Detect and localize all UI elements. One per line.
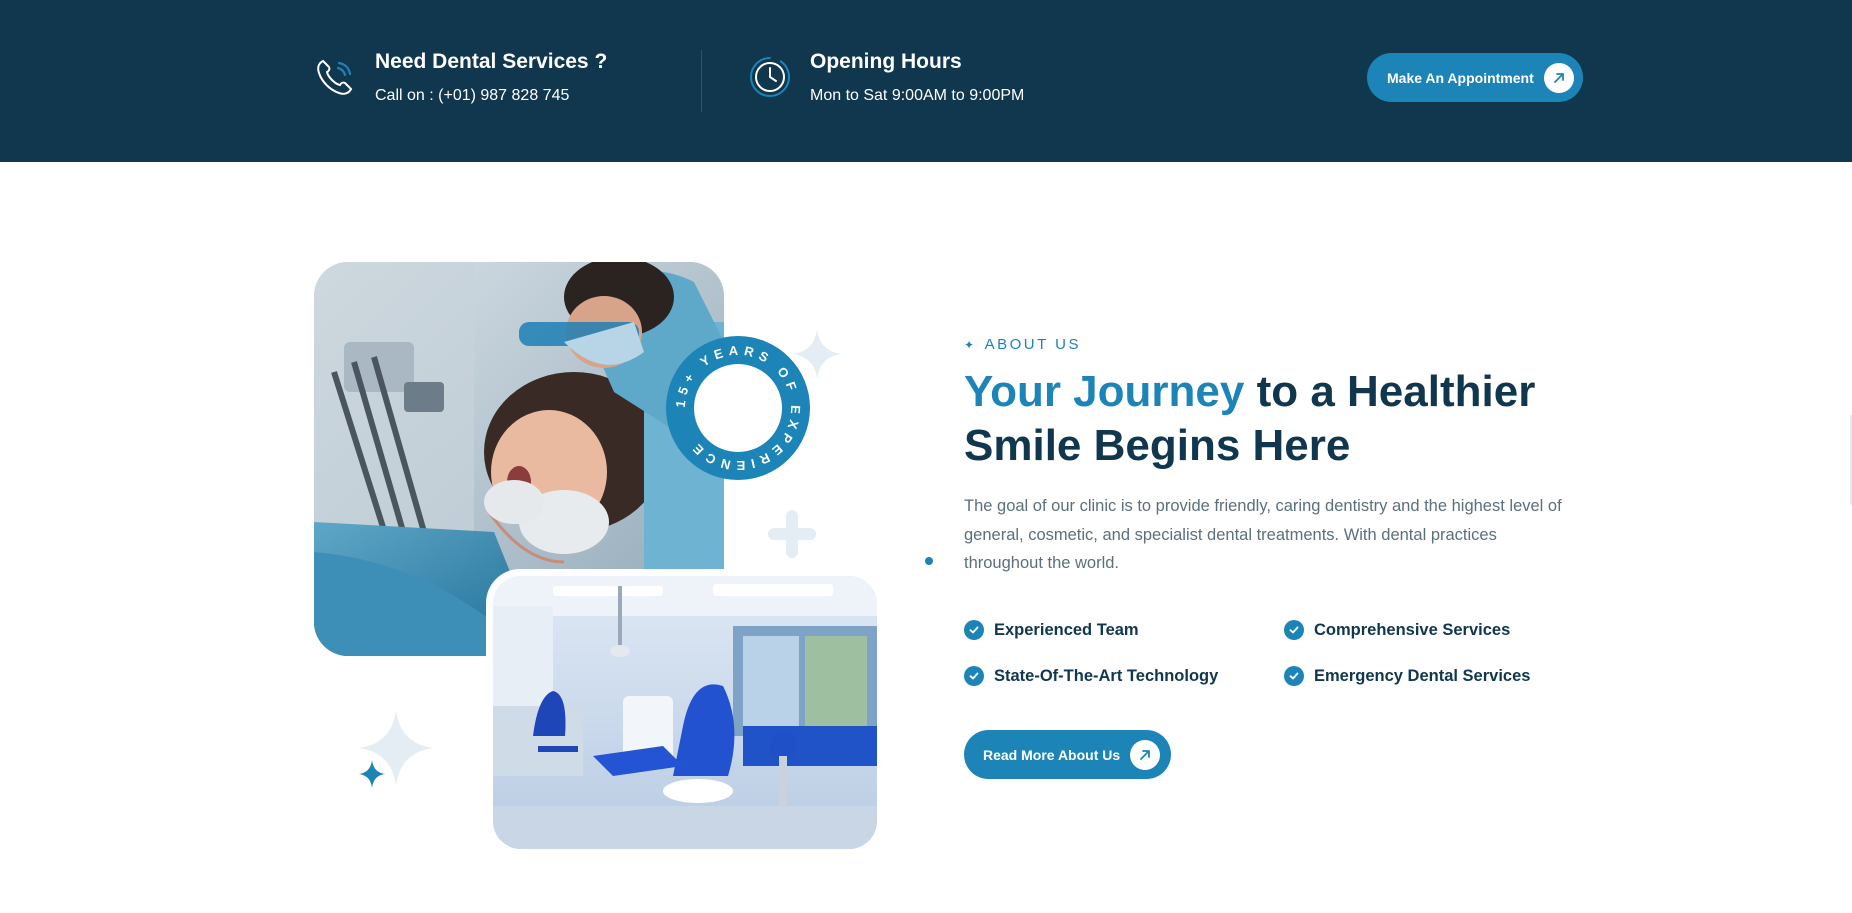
clinic-room-photo <box>493 576 877 849</box>
section-heading: Your Journey to a Healthier Smile Begins… <box>964 365 1584 473</box>
feature-label: Comprehensive Services <box>1314 620 1511 639</box>
feature-item: Experienced Team <box>964 620 1139 640</box>
sparkle-small-icon <box>359 760 385 788</box>
feature-label: State-Of-The-Art Technology <box>994 666 1219 685</box>
hours-text: Mon to Sat 9:00AM to 9:00PM <box>810 87 1025 104</box>
feature-label: Emergency Dental Services <box>1314 666 1531 685</box>
clock-icon <box>750 57 790 97</box>
feature-item: State-Of-The-Art Technology <box>964 666 1218 686</box>
sparkle-small-icon: ✦ <box>964 337 977 352</box>
phone-icon <box>317 59 353 95</box>
feature-item: Comprehensive Services <box>1284 620 1510 640</box>
phone-number[interactable]: Call on : (+01) 987 828 745 <box>375 85 607 107</box>
arrow-up-right-icon <box>1130 739 1161 770</box>
experience-badge: 15+ YEARS OF EXPERIENCE <box>666 336 810 480</box>
check-icon <box>964 620 984 640</box>
read-more-label: Read More About Us <box>983 746 1121 763</box>
hours-info: Opening Hours Mon to Sat 9:00AM to 9:00P… <box>748 49 1024 107</box>
divider <box>701 50 702 112</box>
feature-item: Emergency Dental Services <box>1284 666 1530 686</box>
eyebrow-label: ABOUT US <box>984 336 1081 353</box>
hours-title: Opening Hours <box>810 50 962 73</box>
feature-label: Experienced Team <box>994 620 1139 639</box>
check-icon <box>964 666 984 686</box>
plus-icon <box>768 510 816 558</box>
decorative-dot <box>925 557 933 565</box>
make-appointment-button[interactable]: Make An Appointment <box>1367 53 1583 102</box>
check-icon <box>1284 666 1304 686</box>
top-info-bar: Need Dental Services ? Call on : (+01) 9… <box>0 0 1852 162</box>
arrow-up-right-icon <box>1543 62 1574 93</box>
about-paragraph: The goal of our clinic is to provide fri… <box>964 497 1562 572</box>
make-appointment-label: Make An Appointment <box>1387 69 1534 86</box>
heading-accent: Your Journey <box>964 367 1245 416</box>
check-icon <box>1284 620 1304 640</box>
section-eyebrow: ✦ ABOUT US <box>964 336 1081 353</box>
read-more-about-button[interactable]: Read More About Us <box>964 730 1171 779</box>
phone-info: Need Dental Services ? Call on : (+01) 9… <box>313 49 607 107</box>
phone-title: Need Dental Services ? <box>375 50 608 73</box>
